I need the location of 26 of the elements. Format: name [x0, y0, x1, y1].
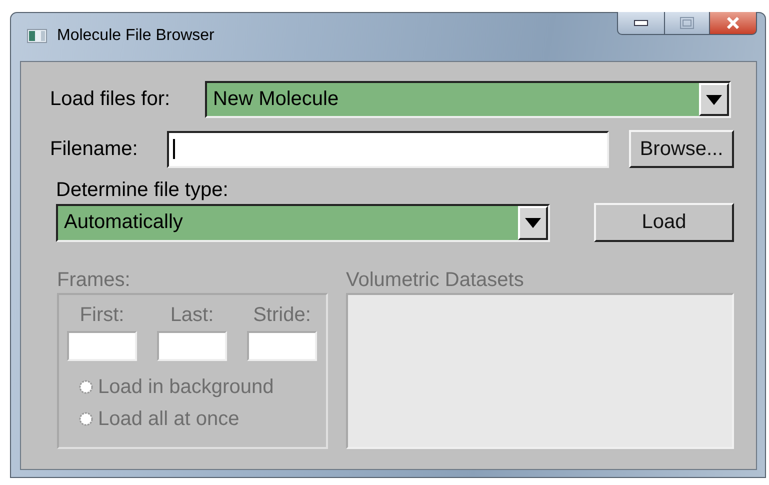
- app-window-icon: [27, 29, 47, 43]
- dropdown-arrow-icon: [706, 94, 722, 104]
- field-label: Load files for:: [50, 88, 172, 111]
- close-icon: [726, 17, 740, 29]
- dropdown-arrow-icon: [525, 218, 541, 228]
- input-field[interactable]: [247, 331, 317, 361]
- file-type-dropdown[interactable]: Automatically: [56, 204, 550, 242]
- section-label: Volumetric Datasets: [346, 268, 525, 292]
- field-label: First:: [80, 303, 124, 327]
- field-label: Determine file type:: [56, 178, 230, 202]
- maximize-icon: [680, 17, 694, 29]
- minimize-icon: [634, 20, 648, 26]
- molecule-dropdown[interactable]: New Molecule: [205, 81, 731, 118]
- maximize-button[interactable]: [665, 12, 710, 35]
- minimize-button[interactable]: [617, 12, 665, 35]
- window-title: Molecule File Browser: [57, 27, 214, 45]
- input-field[interactable]: [67, 331, 137, 361]
- close-button[interactable]: [710, 12, 757, 35]
- field-label: Last:: [170, 303, 214, 327]
- field-label: Stride:: [253, 303, 311, 327]
- input-field[interactable]: [167, 130, 609, 168]
- section-label: Frames:: [57, 268, 132, 292]
- input-field[interactable]: [157, 331, 227, 361]
- browse-button[interactable]: Browse...: [629, 130, 734, 168]
- field-label: Filename:: [50, 138, 139, 160]
- load-button[interactable]: Load: [594, 203, 734, 242]
